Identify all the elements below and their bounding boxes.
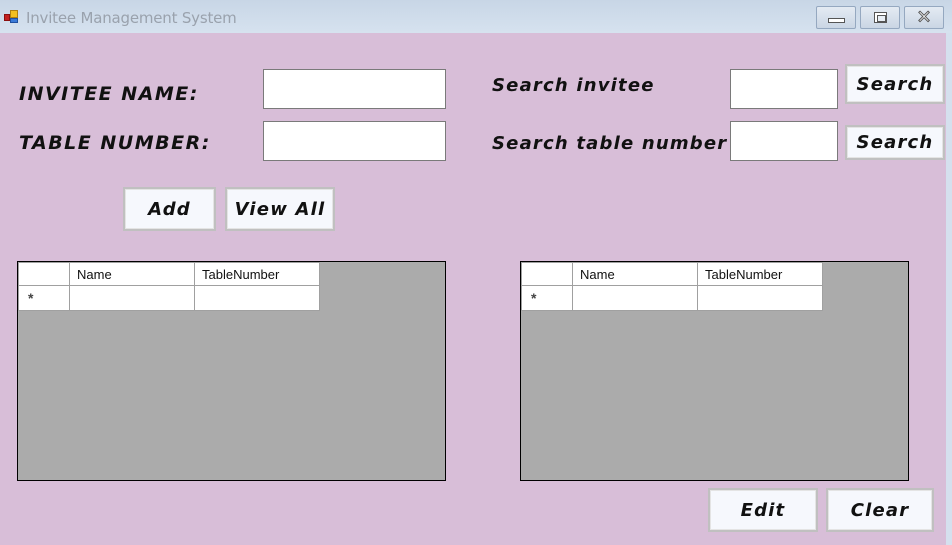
window-title: Invitee Management System bbox=[26, 9, 237, 27]
row-header-corner[interactable] bbox=[521, 262, 573, 286]
minimize-icon bbox=[827, 18, 845, 23]
grid-header-row: Name TableNumber bbox=[18, 262, 320, 286]
table-number-label: TABLE NUMBER: bbox=[19, 132, 211, 154]
new-row[interactable]: * bbox=[18, 285, 320, 311]
invitee-name-label: INVITEE NAME: bbox=[19, 83, 199, 105]
new-row-table-number-cell[interactable] bbox=[697, 285, 823, 311]
column-header-name[interactable]: Name bbox=[572, 262, 698, 286]
close-button[interactable]: ✕ bbox=[904, 6, 944, 29]
invitees-grid[interactable]: Name TableNumber * bbox=[17, 261, 446, 481]
invitees-grid-table: Name TableNumber * bbox=[18, 262, 320, 311]
search-invitee-label: Search invitee bbox=[492, 75, 655, 96]
clear-button[interactable]: Clear bbox=[826, 488, 934, 532]
window-border bbox=[946, 33, 952, 545]
new-row-marker[interactable]: * bbox=[18, 285, 70, 311]
search-table-number-button[interactable]: Search bbox=[845, 125, 945, 160]
maximize-button[interactable] bbox=[860, 6, 900, 29]
view-all-button[interactable]: View All bbox=[225, 187, 335, 231]
search-invitee-input[interactable] bbox=[730, 69, 838, 109]
new-row[interactable]: * bbox=[521, 285, 823, 311]
app-icon-yellow-block bbox=[10, 10, 18, 18]
row-header-corner[interactable] bbox=[18, 262, 70, 286]
close-icon: ✕ bbox=[916, 6, 932, 28]
app-icon-blue-block bbox=[10, 18, 18, 23]
search-table-number-label: Search table number bbox=[492, 133, 728, 154]
title-bar[interactable]: Invitee Management System ✕ bbox=[0, 0, 952, 33]
table-number-input[interactable] bbox=[263, 121, 446, 161]
new-row-name-cell[interactable] bbox=[69, 285, 195, 311]
new-row-name-cell[interactable] bbox=[572, 285, 698, 311]
new-row-marker[interactable]: * bbox=[521, 285, 573, 311]
search-results-grid[interactable]: Name TableNumber * bbox=[520, 261, 909, 481]
grid-header-row: Name TableNumber bbox=[521, 262, 823, 286]
column-header-table-number[interactable]: TableNumber bbox=[697, 262, 823, 286]
minimize-button[interactable] bbox=[816, 6, 856, 29]
add-button[interactable]: Add bbox=[123, 187, 216, 231]
column-header-name[interactable]: Name bbox=[69, 262, 195, 286]
new-row-table-number-cell[interactable] bbox=[194, 285, 320, 311]
search-table-number-input[interactable] bbox=[730, 121, 838, 161]
search-invitee-button[interactable]: Search bbox=[845, 64, 945, 104]
search-results-grid-table: Name TableNumber * bbox=[521, 262, 823, 311]
app-icon[interactable] bbox=[3, 9, 21, 25]
column-header-table-number[interactable]: TableNumber bbox=[194, 262, 320, 286]
invitee-name-input[interactable] bbox=[263, 69, 446, 109]
maximize-icon bbox=[873, 12, 887, 23]
edit-button[interactable]: Edit bbox=[708, 488, 818, 532]
